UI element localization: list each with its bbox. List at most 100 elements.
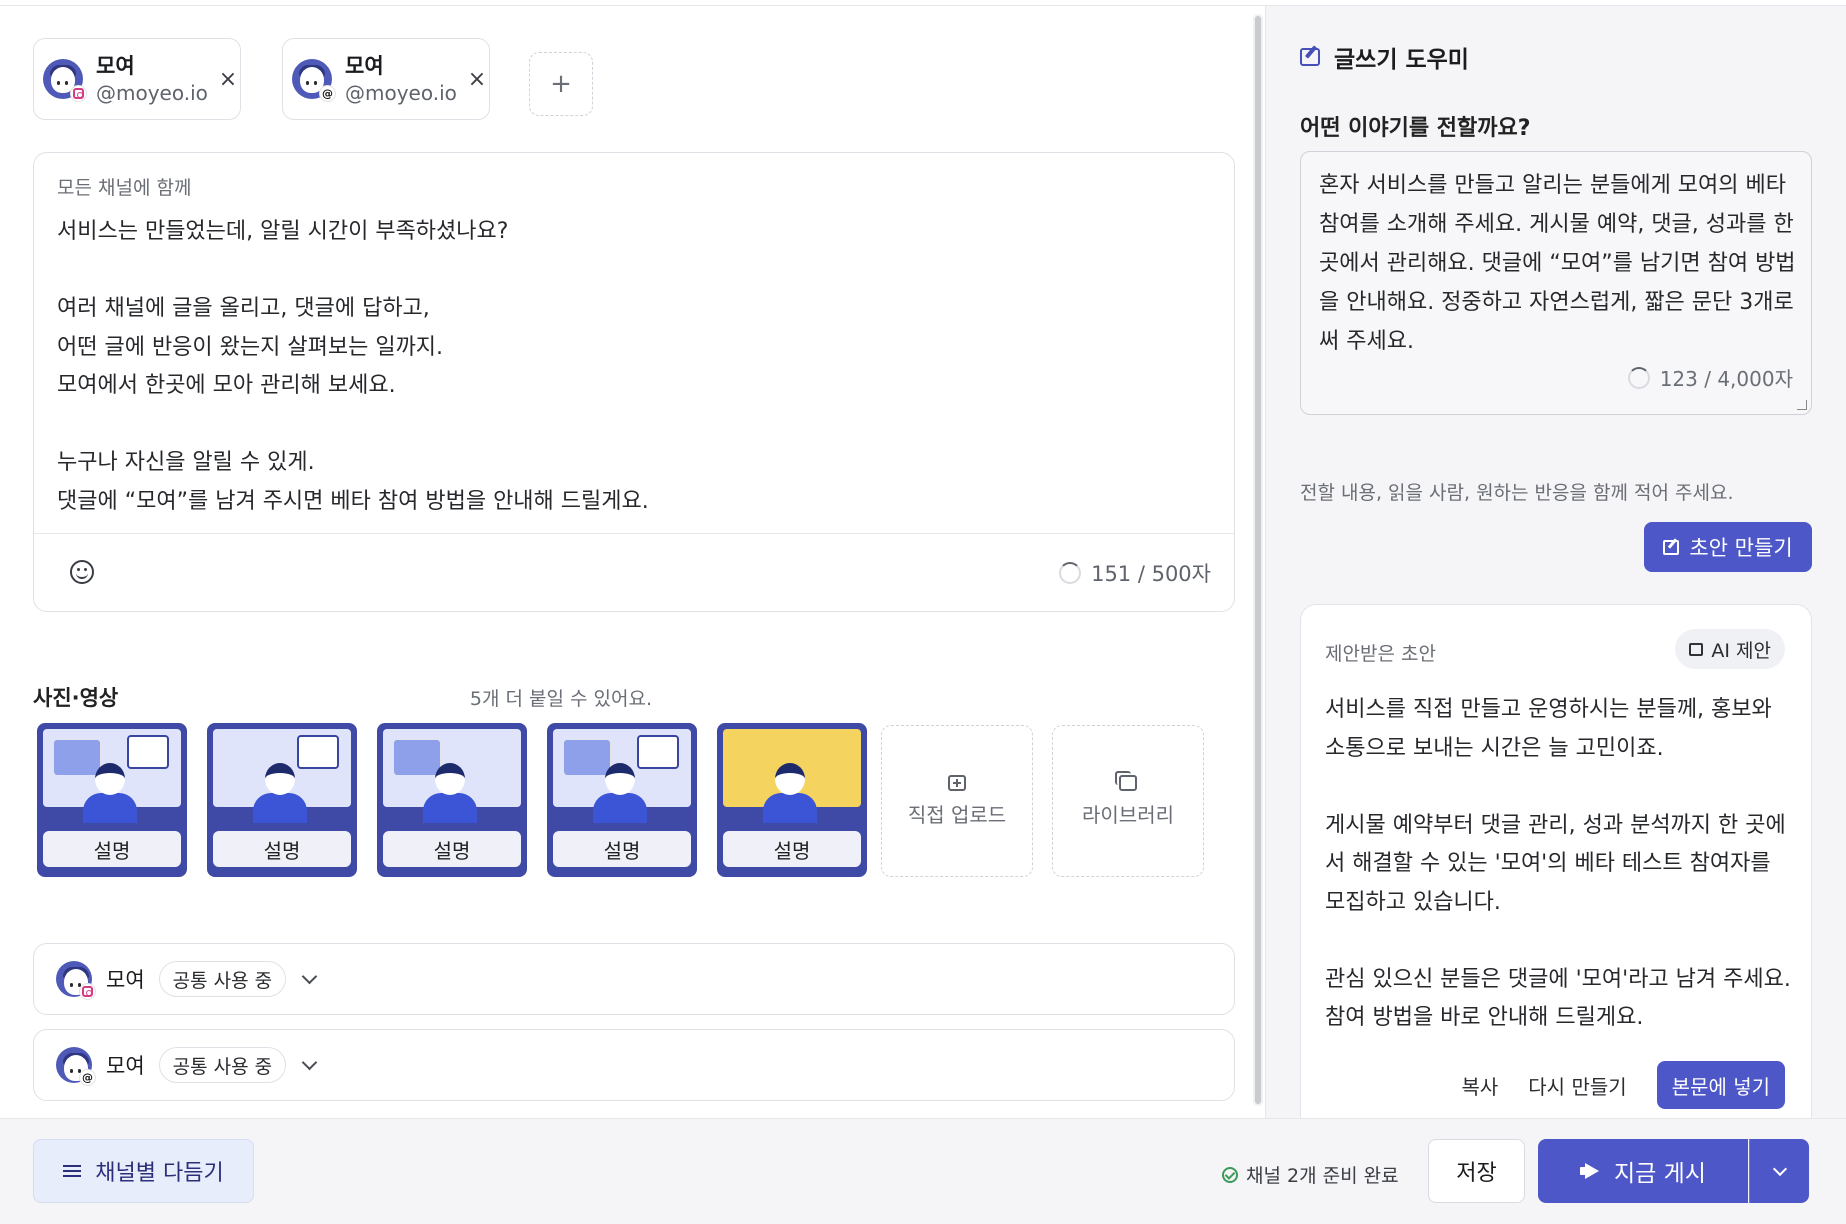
chevron-down-icon <box>1772 1161 1787 1176</box>
draft-actions: 복사 다시 만들기 본문에 넣기 <box>1461 1061 1785 1109</box>
media-thumbnail[interactable]: 설명 <box>207 723 357 877</box>
channel-row-instagram[interactable]: 모여 공통 사용 중 <box>33 943 1235 1015</box>
emoji-icon[interactable] <box>70 560 94 584</box>
draft-line: 관심 있으신 분들은 댓글에 '모여'라고 남겨 주세요. 참여 방법을 바로 … <box>1325 966 1791 1031</box>
ready-status: 채널 2개 준비 완료 <box>1222 1161 1399 1188</box>
edit-icon <box>1663 539 1680 555</box>
editor-label: 모든 채널에 함께 <box>57 177 192 199</box>
assistant-title: 글쓰기 도우미 <box>1334 47 1469 73</box>
post-editor[interactable]: 모든 채널에 함께 서비스는 만들었는데, 알릴 시간이 부족하셨나요? 여러 … <box>33 152 1235 612</box>
media-thumbnail[interactable]: 설명 <box>37 723 187 877</box>
draft-line <box>1325 768 1795 807</box>
check-circle-icon <box>1222 1166 1238 1183</box>
media-thumbnail[interactable]: 설명 <box>547 723 697 877</box>
ai-badge: AI 제안 <box>1675 629 1785 669</box>
account-name: 모여 <box>96 54 135 78</box>
prompt-counter: 123 / 4,000자 <box>1627 363 1793 392</box>
scrollbar-thumb[interactable] <box>1255 16 1261 1104</box>
editor-footer: 151 / 500자 <box>34 533 1234 611</box>
chevron-down-icon[interactable] <box>301 968 318 984</box>
character-count: 151 / 500자 <box>1091 562 1211 586</box>
publish-now-label: 지금 게시 <box>1614 1161 1706 1187</box>
avatar: @ <box>292 59 336 102</box>
writing-assistant-panel: 글쓰기 도우미 어떤 이야기를 전할까요? 혼자 서비스를 만들고 알리는 분들… <box>1265 6 1846 1118</box>
assistant-header: 글쓰기 도우미 <box>1300 40 1469 74</box>
megaphone-icon <box>1580 1163 1600 1179</box>
channel-name: 모여 <box>106 968 145 992</box>
describe-button[interactable]: 설명 <box>553 831 691 867</box>
avatar <box>56 961 96 1000</box>
media-section-title: 사진·영상 <box>33 686 119 710</box>
status-badge: 공통 사용 중 <box>158 1047 287 1083</box>
remove-account-button[interactable]: × <box>216 67 240 92</box>
generate-draft-button[interactable]: 초안 만들기 <box>1644 522 1812 572</box>
draft-line: 서비스를 직접 만들고 운영하시는 분들께, 홍보와 소통으로 보내는 시간은 … <box>1325 697 1772 761</box>
body-line: 서비스는 만들었는데, 알릴 시간이 부족하셨나요? <box>57 219 509 244</box>
library-label: 라이브러리 <box>1082 802 1174 827</box>
card-label: 제안받은 초안 <box>1325 643 1436 665</box>
regenerate-button[interactable]: 다시 만들기 <box>1528 1071 1626 1100</box>
bottom-action-bar: 채널별 다듬기 채널 2개 준비 완료 저장 지금 게시 <box>0 1118 1846 1224</box>
body-line: 모여에서 한곳에 모아 관리해 보세요. <box>57 373 396 398</box>
media-thumbnail[interactable]: 설명 <box>717 723 867 877</box>
avatar <box>43 59 87 102</box>
add-account-button[interactable]: + <box>529 52 593 116</box>
publish-now-button[interactable]: 지금 게시 <box>1538 1139 1748 1203</box>
chevron-down-icon[interactable] <box>301 1054 318 1070</box>
status-badge: 공통 사용 중 <box>158 961 287 997</box>
instagram-icon <box>70 85 87 102</box>
media-thumbnail[interactable]: 설명 <box>377 723 527 877</box>
account-handle: @moyeo.io <box>345 81 457 105</box>
avatar: @ <box>56 1047 96 1086</box>
draft-line <box>1325 922 1795 961</box>
describe-button[interactable]: 설명 <box>383 831 521 867</box>
upload-tile[interactable]: 직접 업로드 <box>881 725 1033 877</box>
suggested-draft-card: 제안받은 초안 AI 제안 서비스를 직접 만들고 운영하시는 분들께, 홍보와… <box>1300 604 1812 1118</box>
body-line: 댓글에 “모여”를 남겨 주시면 베타 참여 방법을 안내해 드릴게요. <box>57 488 649 514</box>
progress-ring-icon <box>1059 562 1082 584</box>
per-channel-edit-label: 채널별 다듬기 <box>95 1161 224 1186</box>
body-line: 누구나 자신을 알릴 수 있게. <box>57 450 315 475</box>
upload-label: 직접 업로드 <box>907 802 1007 827</box>
ai-badge-label: AI 제안 <box>1711 639 1771 662</box>
sliders-icon <box>63 1164 82 1178</box>
per-channel-edit-button[interactable]: 채널별 다듬기 <box>33 1139 254 1203</box>
remove-account-button[interactable]: × <box>465 67 489 92</box>
character-counter: 151 / 500자 <box>1059 558 1211 588</box>
describe-button[interactable]: 설명 <box>723 831 861 867</box>
threads-icon: @ <box>319 85 336 102</box>
copy-button[interactable]: 복사 <box>1461 1071 1498 1100</box>
describe-button[interactable]: 설명 <box>43 831 181 867</box>
account-chip-instagram[interactable]: 모여 @moyeo.io × <box>33 38 241 120</box>
prompt-question: 어떤 이야기를 전할까요? <box>1300 116 1531 141</box>
insert-into-body-button[interactable]: 본문에 넣기 <box>1656 1061 1785 1109</box>
library-tile[interactable]: 라이브러리 <box>1052 725 1204 877</box>
prompt-helper-text: 전할 내용, 읽을 사람, 원하는 반응을 함께 적어 주세요. <box>1300 482 1734 504</box>
edit-icon <box>1689 642 1704 656</box>
body-line <box>57 406 1207 445</box>
body-line: 어떤 글에 반응이 왔는지 살펴보는 일까지. <box>57 334 444 360</box>
save-button[interactable]: 저장 <box>1428 1139 1525 1203</box>
publish-options-button[interactable] <box>1749 1139 1809 1203</box>
compose-pane: 모여 @moyeo.io × @ 모여 @moyeo.io × + 모든 채널에… <box>0 6 1264 1118</box>
draft-line: 게시물 예약부터 댓글 관리, 성과 분석까지 한 곳에서 해결할 수 있는 '… <box>1325 812 1786 915</box>
threads-icon: @ <box>79 1069 96 1086</box>
draft-text: 서비스를 직접 만들고 운영하시는 분들께, 홍보와 소통으로 보내는 시간은 … <box>1325 691 1795 1038</box>
prompt-count: 123 / 4,000자 <box>1659 367 1793 391</box>
edit-icon <box>1300 48 1320 66</box>
prompt-text[interactable]: 혼자 서비스를 만들고 알리는 분들에게 모여의 베타 참여를 소개해 주세요.… <box>1319 166 1797 361</box>
channel-row-threads[interactable]: @ 모여 공통 사용 중 <box>33 1029 1235 1101</box>
prompt-input[interactable]: 혼자 서비스를 만들고 알리는 분들에게 모여의 베타 참여를 소개해 주세요.… <box>1300 151 1812 415</box>
body-line: 여러 채널에 글을 올리고, 댓글에 답하고, <box>57 296 430 321</box>
media-limit-hint: 5개 더 붙일 수 있어요. <box>469 688 652 710</box>
account-handle: @moyeo.io <box>96 81 208 105</box>
body-line <box>57 252 1207 291</box>
generate-draft-label: 초안 만들기 <box>1689 536 1793 560</box>
post-body-text[interactable]: 서비스는 만들었는데, 알릴 시간이 부족하셨나요? 여러 채널에 글을 올리고… <box>57 213 1207 521</box>
account-chip-threads[interactable]: @ 모여 @moyeo.io × <box>282 38 490 120</box>
resize-handle[interactable] <box>1797 400 1807 410</box>
account-name: 모여 <box>345 54 384 78</box>
channel-name: 모여 <box>106 1054 145 1078</box>
describe-button[interactable]: 설명 <box>213 831 351 867</box>
instagram-icon <box>79 983 96 1000</box>
